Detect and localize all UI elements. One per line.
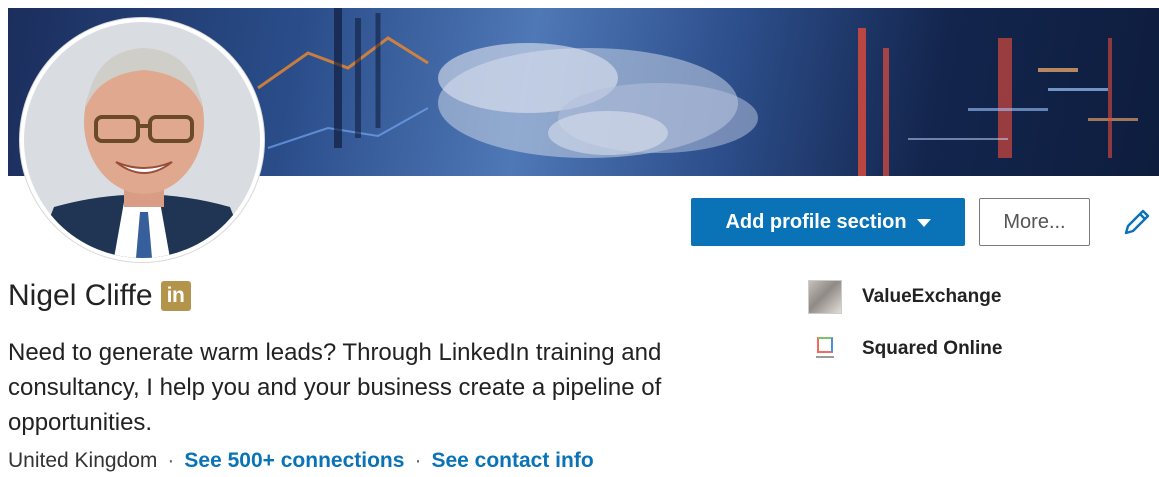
valueexchange-logo-icon <box>808 280 842 314</box>
education-label: Squared Online <box>862 338 1003 359</box>
add-profile-section-label: Add profile section <box>725 210 907 233</box>
separator-dot: · <box>414 449 422 472</box>
experience-item-valueexchange[interactable]: ValueExchange <box>808 280 1001 314</box>
profile-meta-row: United Kingdom · See 500+ connections · … <box>8 449 594 473</box>
profile-headline: Need to generate warm leads? Through Lin… <box>8 339 662 436</box>
linkedin-premium-badge-icon: in <box>160 281 191 311</box>
see-contact-info-link[interactable]: See contact info <box>431 449 593 473</box>
more-button-label: More... <box>1003 210 1066 233</box>
separator-dot: · <box>167 449 175 472</box>
education-item-squared-online[interactable]: Squared Online <box>808 332 1002 366</box>
caret-down-icon <box>916 219 931 227</box>
see-connections-link[interactable]: See 500+ connections <box>184 449 404 473</box>
profile-name-row: Nigel Cliffe in <box>8 279 191 313</box>
profile-location: United Kingdom <box>8 449 158 472</box>
profile-photo-avatar[interactable] <box>20 18 264 262</box>
add-profile-section-button[interactable]: Add profile section <box>691 198 965 246</box>
profile-name: Nigel Cliffe <box>8 279 153 312</box>
squared-online-logo-icon <box>808 332 842 366</box>
pencil-edit-icon[interactable] <box>1120 205 1154 239</box>
more-button[interactable]: More... <box>979 198 1090 246</box>
experience-label: ValueExchange <box>862 286 1002 307</box>
profile-card: Add profile section More... Nigel Cliffe… <box>8 8 1159 477</box>
